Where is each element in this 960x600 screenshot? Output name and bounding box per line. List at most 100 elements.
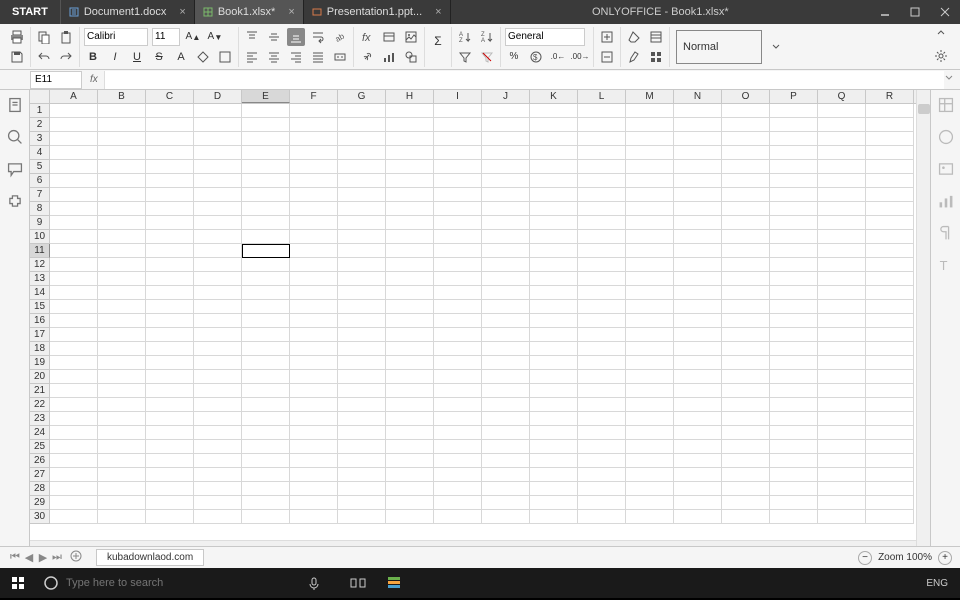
cell[interactable] xyxy=(146,496,194,510)
cell[interactable] xyxy=(338,468,386,482)
cell[interactable] xyxy=(818,496,866,510)
cell[interactable] xyxy=(50,398,98,412)
cell[interactable] xyxy=(242,230,290,244)
cell[interactable] xyxy=(434,384,482,398)
strikethrough-button[interactable]: S xyxy=(150,48,168,66)
cell[interactable] xyxy=(626,132,674,146)
cell[interactable] xyxy=(146,118,194,132)
cell[interactable] xyxy=(674,258,722,272)
cell[interactable] xyxy=(98,244,146,258)
cell[interactable] xyxy=(578,398,626,412)
cell[interactable] xyxy=(434,398,482,412)
cell[interactable] xyxy=(386,174,434,188)
row-header[interactable]: 7 xyxy=(30,188,50,202)
paragraph-settings-icon[interactable] xyxy=(937,224,955,242)
cell[interactable] xyxy=(194,118,242,132)
cell[interactable] xyxy=(674,482,722,496)
zoom-in-button[interactable]: + xyxy=(938,551,952,565)
cell[interactable] xyxy=(674,174,722,188)
cell[interactable] xyxy=(866,342,914,356)
cell[interactable] xyxy=(98,440,146,454)
cell[interactable] xyxy=(578,286,626,300)
cell[interactable] xyxy=(146,132,194,146)
cell[interactable] xyxy=(770,188,818,202)
cell[interactable] xyxy=(386,426,434,440)
cell[interactable] xyxy=(338,174,386,188)
cell[interactable] xyxy=(98,202,146,216)
cell[interactable] xyxy=(626,104,674,118)
cell[interactable] xyxy=(770,272,818,286)
cell[interactable] xyxy=(338,188,386,202)
cell[interactable] xyxy=(386,510,434,524)
cell[interactable] xyxy=(626,412,674,426)
decrease-decimal-button[interactable]: .0← xyxy=(549,48,567,66)
cell[interactable] xyxy=(434,342,482,356)
cell[interactable] xyxy=(770,468,818,482)
cell[interactable] xyxy=(98,454,146,468)
cell-style-select[interactable]: Normal xyxy=(676,30,762,64)
cell[interactable] xyxy=(338,412,386,426)
cell[interactable] xyxy=(722,482,770,496)
undo-button[interactable] xyxy=(35,48,53,66)
cell[interactable] xyxy=(626,356,674,370)
cell[interactable] xyxy=(626,328,674,342)
cell[interactable] xyxy=(146,230,194,244)
cell[interactable] xyxy=(770,370,818,384)
cell[interactable] xyxy=(626,202,674,216)
cell[interactable] xyxy=(242,188,290,202)
minimize-button[interactable] xyxy=(870,0,900,24)
cell[interactable] xyxy=(386,482,434,496)
orientation-button[interactable]: ab xyxy=(331,28,349,46)
cell[interactable] xyxy=(530,174,578,188)
align-justify-button[interactable] xyxy=(309,48,327,66)
cell[interactable] xyxy=(866,482,914,496)
cell[interactable] xyxy=(674,202,722,216)
cell[interactable] xyxy=(386,160,434,174)
cell[interactable] xyxy=(98,230,146,244)
cell[interactable] xyxy=(386,398,434,412)
cell[interactable] xyxy=(338,300,386,314)
cell[interactable] xyxy=(290,328,338,342)
cell[interactable] xyxy=(434,412,482,426)
align-center-button[interactable] xyxy=(265,48,283,66)
cell[interactable] xyxy=(578,104,626,118)
cell[interactable] xyxy=(626,230,674,244)
cell[interactable] xyxy=(530,272,578,286)
column-header[interactable]: L xyxy=(578,90,626,103)
cell[interactable] xyxy=(482,188,530,202)
italic-button[interactable]: I xyxy=(106,48,124,66)
cell[interactable] xyxy=(50,272,98,286)
cell[interactable] xyxy=(866,286,914,300)
cell[interactable] xyxy=(866,496,914,510)
cell[interactable] xyxy=(578,258,626,272)
cell[interactable] xyxy=(770,314,818,328)
cell[interactable] xyxy=(530,496,578,510)
add-sheet-button[interactable] xyxy=(70,550,90,565)
cell[interactable] xyxy=(674,244,722,258)
cell[interactable] xyxy=(626,384,674,398)
cell[interactable] xyxy=(866,328,914,342)
cell[interactable] xyxy=(530,146,578,160)
cell[interactable] xyxy=(242,468,290,482)
increase-font-button[interactable]: A▲ xyxy=(184,28,202,46)
cell[interactable] xyxy=(338,398,386,412)
cell[interactable] xyxy=(434,314,482,328)
cell[interactable] xyxy=(770,440,818,454)
cell[interactable] xyxy=(578,426,626,440)
autosum-button[interactable]: Σ xyxy=(429,32,447,50)
cell[interactable] xyxy=(290,118,338,132)
sheet-nav-prev-icon[interactable]: ◀ xyxy=(22,551,36,564)
cell[interactable] xyxy=(146,412,194,426)
row-header[interactable]: 2 xyxy=(30,118,50,132)
collapse-toolbar-button[interactable] xyxy=(936,28,950,41)
cell[interactable] xyxy=(434,202,482,216)
cell[interactable] xyxy=(482,314,530,328)
row-header[interactable]: 24 xyxy=(30,426,50,440)
column-header[interactable]: E xyxy=(242,90,290,103)
cell[interactable] xyxy=(242,286,290,300)
cell[interactable] xyxy=(50,258,98,272)
cell[interactable] xyxy=(530,398,578,412)
cell[interactable] xyxy=(242,510,290,524)
cell[interactable] xyxy=(866,384,914,398)
cell[interactable] xyxy=(722,342,770,356)
